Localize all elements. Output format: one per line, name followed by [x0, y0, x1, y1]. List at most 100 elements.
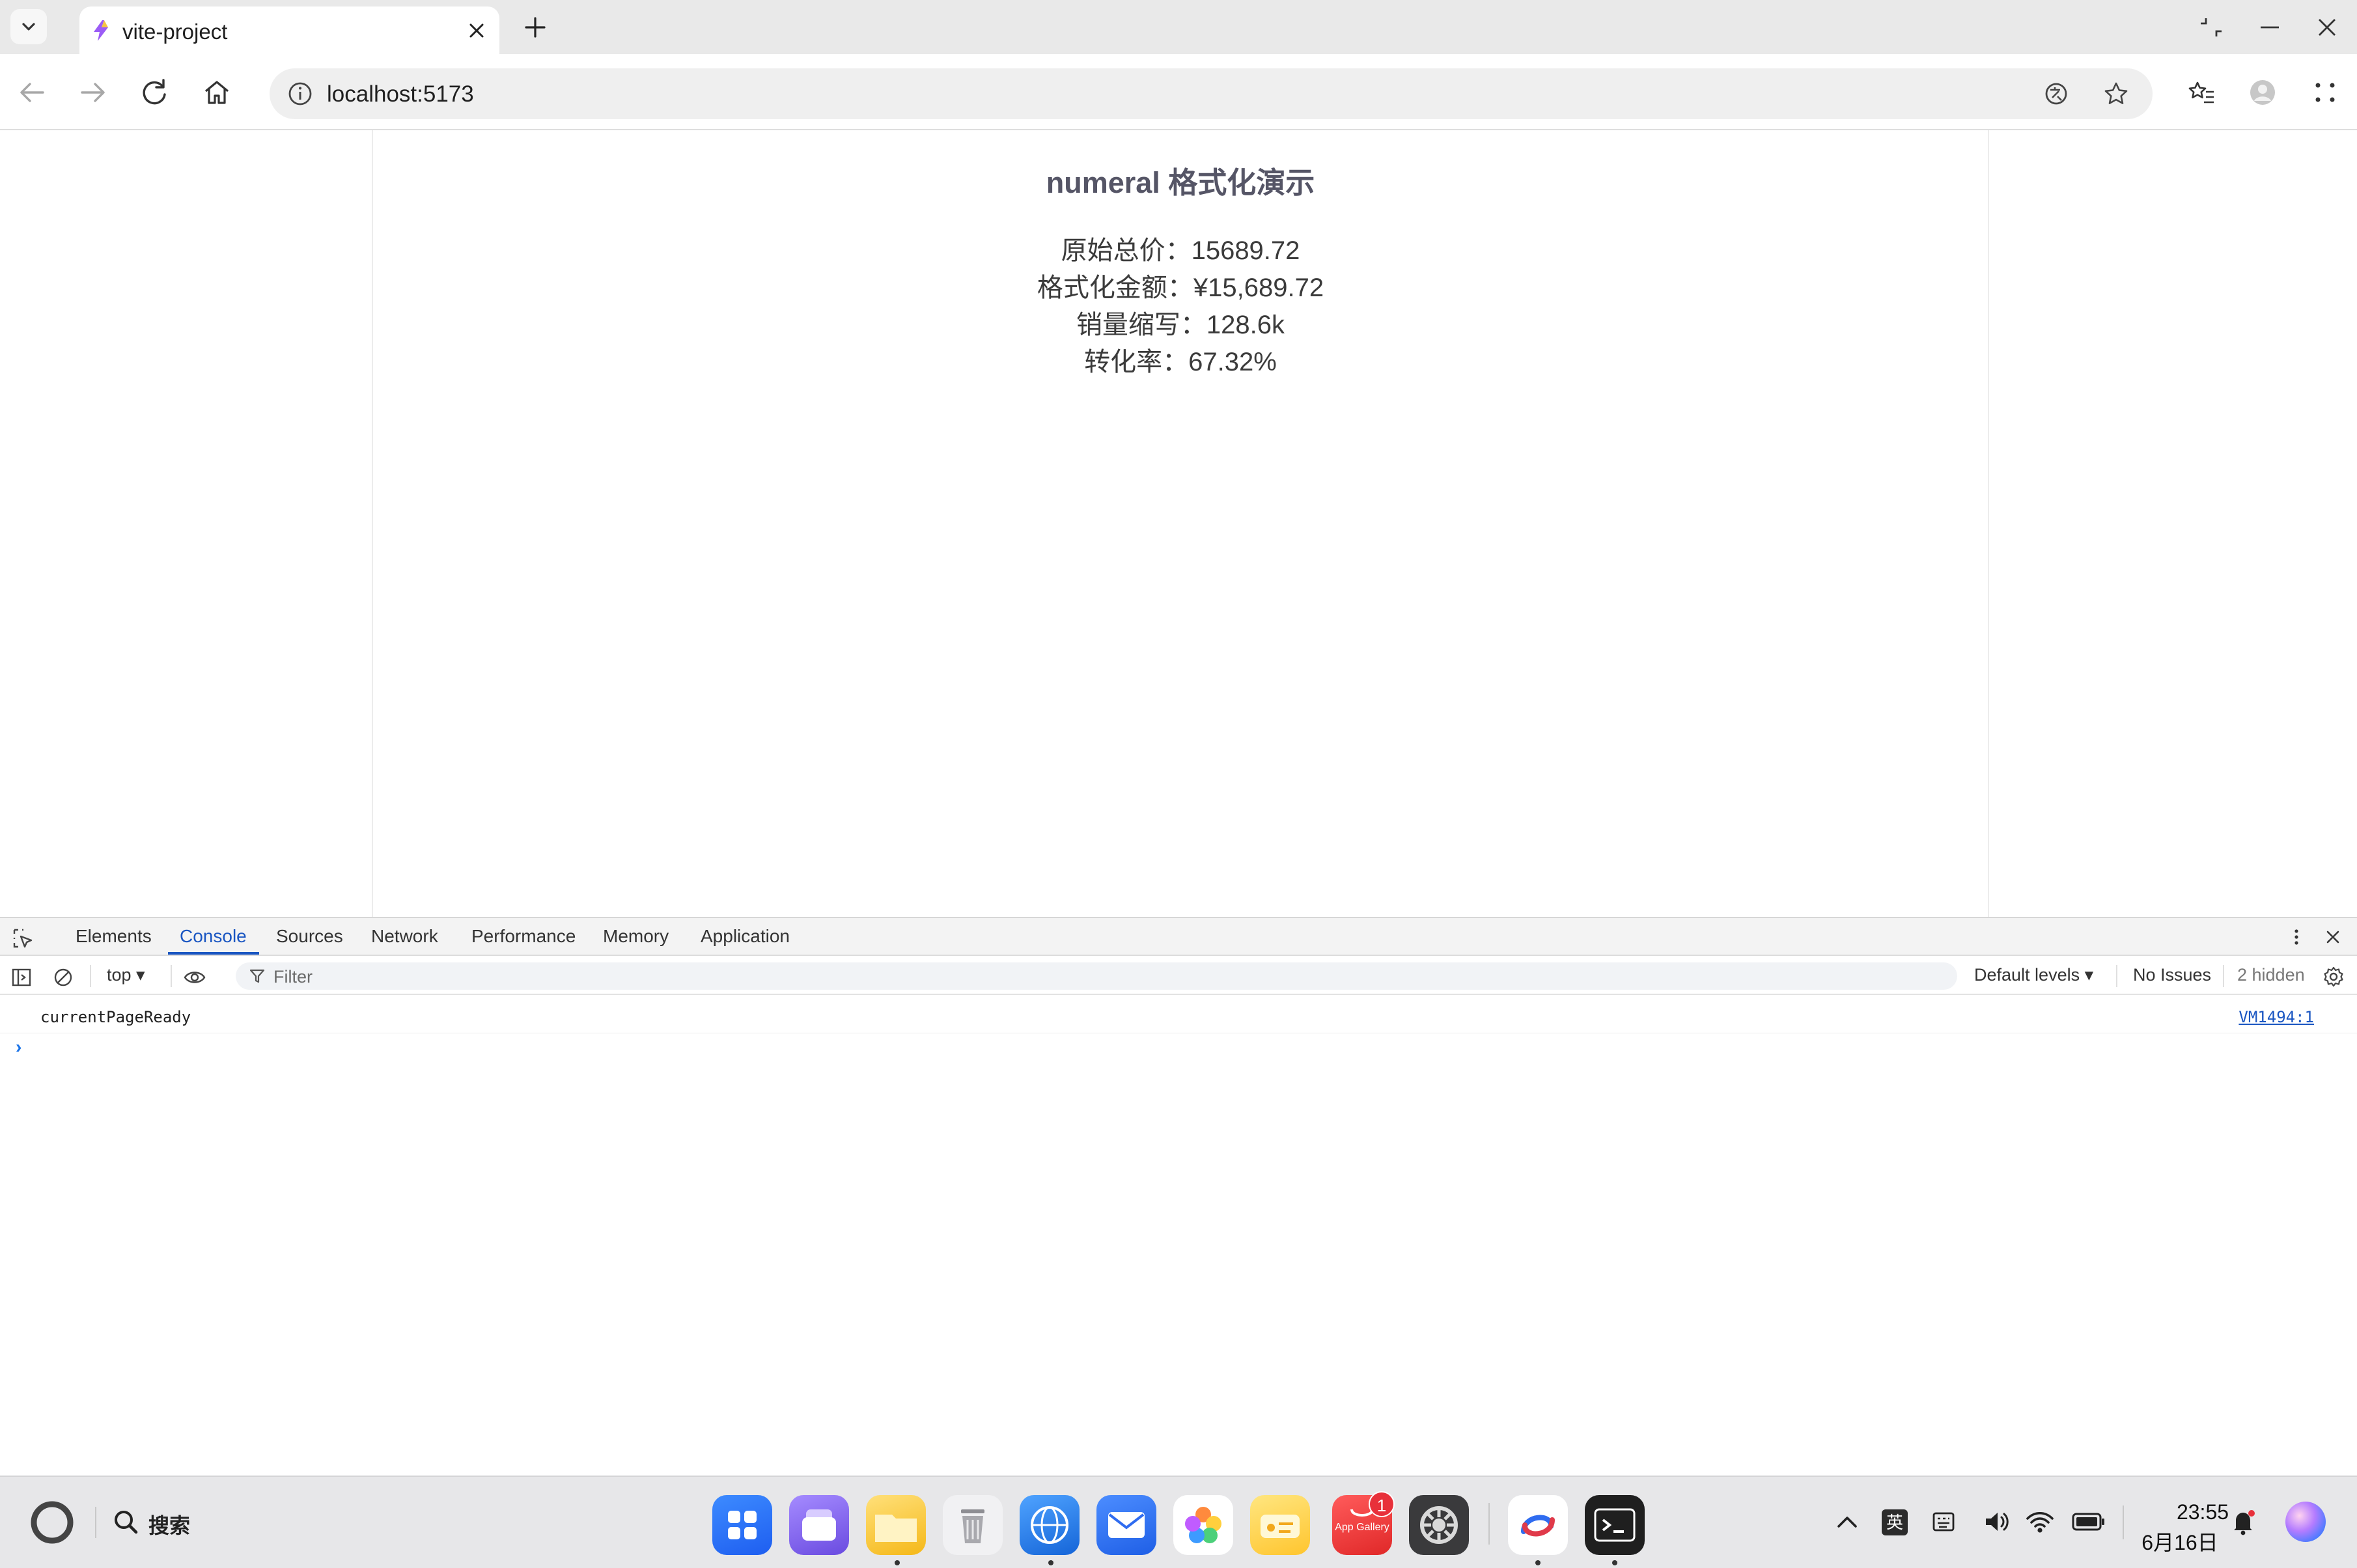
- tab-performance[interactable]: Performance: [471, 926, 576, 947]
- clear-console-icon[interactable]: [52, 966, 74, 988]
- input-method-indicator[interactable]: 英: [1882, 1509, 1908, 1535]
- notes-glyph-icon: [1261, 1515, 1300, 1538]
- conversion-rate-line: 转化率：67.32%: [1084, 348, 1277, 376]
- mail-app-icon[interactable]: [1096, 1495, 1156, 1555]
- file-manager-icon[interactable]: [866, 1495, 926, 1555]
- issues-counter[interactable]: No Issues: [2133, 965, 2211, 985]
- log-levels-value: Default levels: [1974, 965, 2080, 985]
- trash-glyph-icon: [961, 1509, 984, 1543]
- tab-title: vite-project: [122, 20, 228, 44]
- assistant-orb-icon[interactable]: [2283, 1499, 2328, 1545]
- favorites-icon[interactable]: [2186, 77, 2216, 107]
- more-menu-icon[interactable]: [2310, 77, 2340, 107]
- filterbar-separator: [2116, 965, 2117, 987]
- trash-app-icon[interactable]: [943, 1495, 1003, 1555]
- page-viewport: numeral 格式化演示 原始总价：15689.72 格式化金额：¥15,68…: [0, 130, 2357, 917]
- code-editor-app-icon[interactable]: [1508, 1495, 1568, 1555]
- new-tab-icon[interactable]: [521, 13, 550, 42]
- battery-icon[interactable]: [2071, 1507, 2107, 1537]
- raw-total-line: 原始总价：15689.72: [1061, 236, 1300, 265]
- page-title: numeral 格式化演示: [1046, 166, 1315, 199]
- devtools-panel: Elements Console Sources Network Perform…: [0, 917, 2357, 1476]
- devtools-tab-bar: Elements Console Sources Network Perform…: [0, 918, 2357, 956]
- tab-memory[interactable]: Memory: [603, 926, 669, 947]
- context-selector[interactable]: top ▾: [107, 965, 145, 985]
- running-indicator: [1612, 1560, 1617, 1565]
- inspect-element-icon[interactable]: [12, 927, 34, 949]
- home-icon[interactable]: [199, 75, 234, 110]
- console-prompt[interactable]: ›: [16, 1037, 21, 1057]
- taskbar-search-icon[interactable]: [111, 1507, 141, 1537]
- console-filter-bar: top ▾ Filter Default levels ▾ No Issues …: [0, 957, 2357, 995]
- filter-funnel-icon: [249, 969, 265, 983]
- settings-app-icon[interactable]: [1409, 1495, 1469, 1555]
- back-arrow-icon[interactable]: [14, 75, 49, 110]
- url-text[interactable]: localhost:5173: [327, 81, 474, 107]
- tab-network[interactable]: Network: [371, 926, 438, 947]
- grid-glyph-icon: [728, 1511, 757, 1539]
- forward-arrow-icon[interactable]: [76, 75, 111, 110]
- app-launcher-icon[interactable]: [712, 1495, 772, 1555]
- browser-app-icon[interactable]: [1020, 1495, 1080, 1555]
- log-levels-dropdown[interactable]: Default levels ▾: [1974, 965, 2093, 985]
- active-tab-indicator: [168, 952, 259, 955]
- translate-icon[interactable]: [2042, 79, 2071, 108]
- terminal-app-icon[interactable]: [1585, 1495, 1645, 1555]
- swirl-glyph-icon: [1521, 1515, 1555, 1537]
- bookmark-star-icon[interactable]: [2102, 79, 2130, 108]
- wifi-icon[interactable]: [2025, 1507, 2055, 1537]
- console-output: currentPageReady VM1494:1 ›: [0, 996, 2357, 1477]
- running-indicator: [895, 1560, 900, 1565]
- app-gallery-label: App Gallery: [1335, 1522, 1389, 1533]
- browser-tab-active[interactable]: vite-project: [79, 7, 499, 54]
- filterbar-separator: [90, 965, 91, 987]
- live-expression-eye-icon[interactable]: [184, 966, 206, 988]
- multitask-app-icon[interactable]: [789, 1495, 849, 1555]
- profile-avatar-icon[interactable]: [2248, 77, 2278, 107]
- hidden-messages-count: 2 hidden: [2237, 965, 2305, 985]
- sales-abbrev-line: 销量缩写：128.6k: [1076, 311, 1285, 339]
- volume-icon[interactable]: [1982, 1507, 2012, 1537]
- notes-app-icon[interactable]: [1250, 1495, 1310, 1555]
- tray-expand-icon[interactable]: [1832, 1507, 1862, 1537]
- chevron-down-icon: [22, 23, 35, 31]
- tab-application[interactable]: Application: [701, 926, 790, 947]
- restore-window-icon[interactable]: [2197, 13, 2225, 42]
- address-bar[interactable]: localhost:5173: [270, 68, 2153, 119]
- ime-label: 英: [1886, 1513, 1903, 1532]
- close-window-icon[interactable]: [2313, 13, 2341, 42]
- photos-app-icon[interactable]: [1173, 1495, 1233, 1555]
- windows-glyph-icon: [802, 1509, 836, 1541]
- filter-placeholder: Filter: [273, 967, 313, 987]
- console-settings-gear-icon[interactable]: [2322, 965, 2345, 988]
- taskbar-separator: [95, 1507, 96, 1538]
- taskbar-search-label[interactable]: 搜索: [148, 1509, 190, 1539]
- vite-favicon-icon: [94, 20, 108, 41]
- filterbar-separator: [171, 965, 172, 987]
- context-value: top: [107, 965, 132, 985]
- tab-strip: vite-project: [0, 0, 2357, 54]
- envelope-glyph-icon: [1108, 1512, 1145, 1538]
- console-filter-input[interactable]: Filter: [236, 962, 1957, 990]
- tab-elements[interactable]: Elements: [76, 926, 152, 947]
- console-log-message: currentPageReady: [40, 1008, 191, 1026]
- gear-glyph-icon: [1420, 1506, 1458, 1544]
- site-info-icon[interactable]: [286, 80, 314, 107]
- os-taskbar: 搜索 App Gallery 1 英 23:55 6月16日: [0, 1476, 2357, 1568]
- start-button-icon[interactable]: [27, 1498, 77, 1547]
- filterbar-separator: [2223, 965, 2224, 987]
- notification-bell-icon[interactable]: [2228, 1507, 2258, 1537]
- console-log-source-link[interactable]: VM1494:1: [2238, 1008, 2314, 1026]
- running-indicator: [1048, 1560, 1053, 1565]
- keyboard-icon[interactable]: [1929, 1507, 1959, 1537]
- devtools-more-icon[interactable]: [2287, 927, 2306, 947]
- devtools-close-icon[interactable]: [2323, 927, 2343, 947]
- tab-close-icon[interactable]: [464, 18, 489, 43]
- tab-sources[interactable]: Sources: [276, 926, 343, 947]
- minimize-icon[interactable]: [2255, 13, 2284, 42]
- tab-console[interactable]: Console: [180, 926, 247, 947]
- tab-search-button[interactable]: [10, 9, 47, 44]
- clock-date[interactable]: 6月16日: [2137, 1526, 2223, 1556]
- reload-icon[interactable]: [137, 75, 172, 110]
- sidebar-toggle-icon[interactable]: [10, 966, 33, 988]
